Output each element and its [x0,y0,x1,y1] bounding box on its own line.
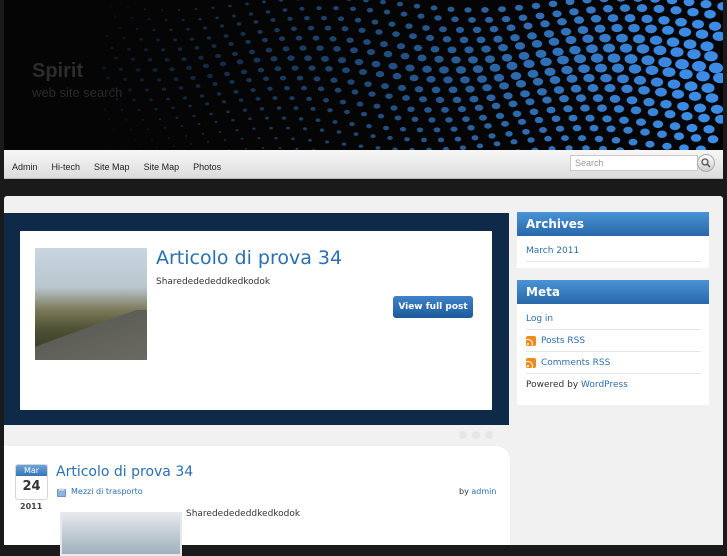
meta-title: Meta [517,280,709,304]
featured-card: Articolo di prova 34 Sharededededdkedkod… [20,231,492,410]
view-full-post-button[interactable]: View full post [393,296,473,318]
featured-thumbnail[interactable] [35,248,147,360]
nav-item-admin[interactable]: Admin [4,150,45,178]
site-tagline: web site search [32,85,122,100]
post-author: by admin [459,487,496,496]
site-title[interactable]: Spirit [32,60,122,83]
nav-menu: Admin Hi-tech Site Map Site Map Photos [4,150,228,178]
powered-by: Powered by WordPress [526,374,701,395]
slider-dot-2[interactable] [472,431,480,439]
search-button[interactable] [697,154,715,172]
posts-rss-link[interactable]: Posts RSS [541,331,585,351]
wordpress-link[interactable]: WordPress [581,375,628,395]
featured-title[interactable]: Articolo di prova 34 [156,247,342,269]
slider-pagination [459,431,493,439]
featured-excerpt: Sharededededdkedkodok [156,277,270,287]
main-nav: Admin Hi-tech Site Map Site Map Photos S… [4,150,723,179]
branding: Spirit web site search [32,60,122,100]
folder-icon [57,488,66,497]
archives-title: Archives [517,212,709,236]
archive-link-march-2011[interactable]: March 2011 [526,240,701,262]
nav-item-photos[interactable]: Photos [186,150,228,178]
post-date-badge: Mar 24 [15,464,48,500]
post-title[interactable]: Articolo di prova 34 [56,464,193,480]
author-link[interactable]: admin [471,487,496,496]
post-day: 24 [16,476,47,497]
slider-dot-1[interactable] [459,431,467,439]
rss-icon [526,358,536,368]
post-category-link[interactable]: Mezzi di trasporto [71,487,143,496]
post-excerpt: Sharededededdkedkodok [186,509,300,519]
posts-rss-row: Posts RSS [526,330,701,352]
meta-widget: Meta Log in Posts RSS Comments RSS Power… [517,280,709,405]
slider-dot-3[interactable] [485,431,493,439]
archives-widget: Archives March 2011 [517,212,709,268]
nav-item-hi-tech[interactable]: Hi-tech [45,150,88,178]
search-input[interactable]: Search [570,155,698,171]
post-thumbnail[interactable] [60,512,182,556]
featured-slider: Articolo di prova 34 Sharededededdkedkod… [4,213,509,425]
by-label: by [459,487,469,496]
comments-rss-link[interactable]: Comments RSS [541,353,610,373]
search-icon [701,158,711,168]
post-year: 2011 [20,502,42,511]
post-month: Mar [16,465,47,476]
rss-icon [526,336,536,346]
site-header: Spirit web site search [4,0,723,150]
nav-item-site-map[interactable]: Site Map [87,150,137,178]
post-list: Mar 24 2011 Articolo di prova 34 Mezzi d… [4,446,510,545]
comments-rss-row: Comments RSS [526,352,701,374]
powered-by-label: Powered by [526,375,578,395]
login-link[interactable]: Log in [526,308,701,330]
nav-item-site-map-2[interactable]: Site Map [137,150,187,178]
